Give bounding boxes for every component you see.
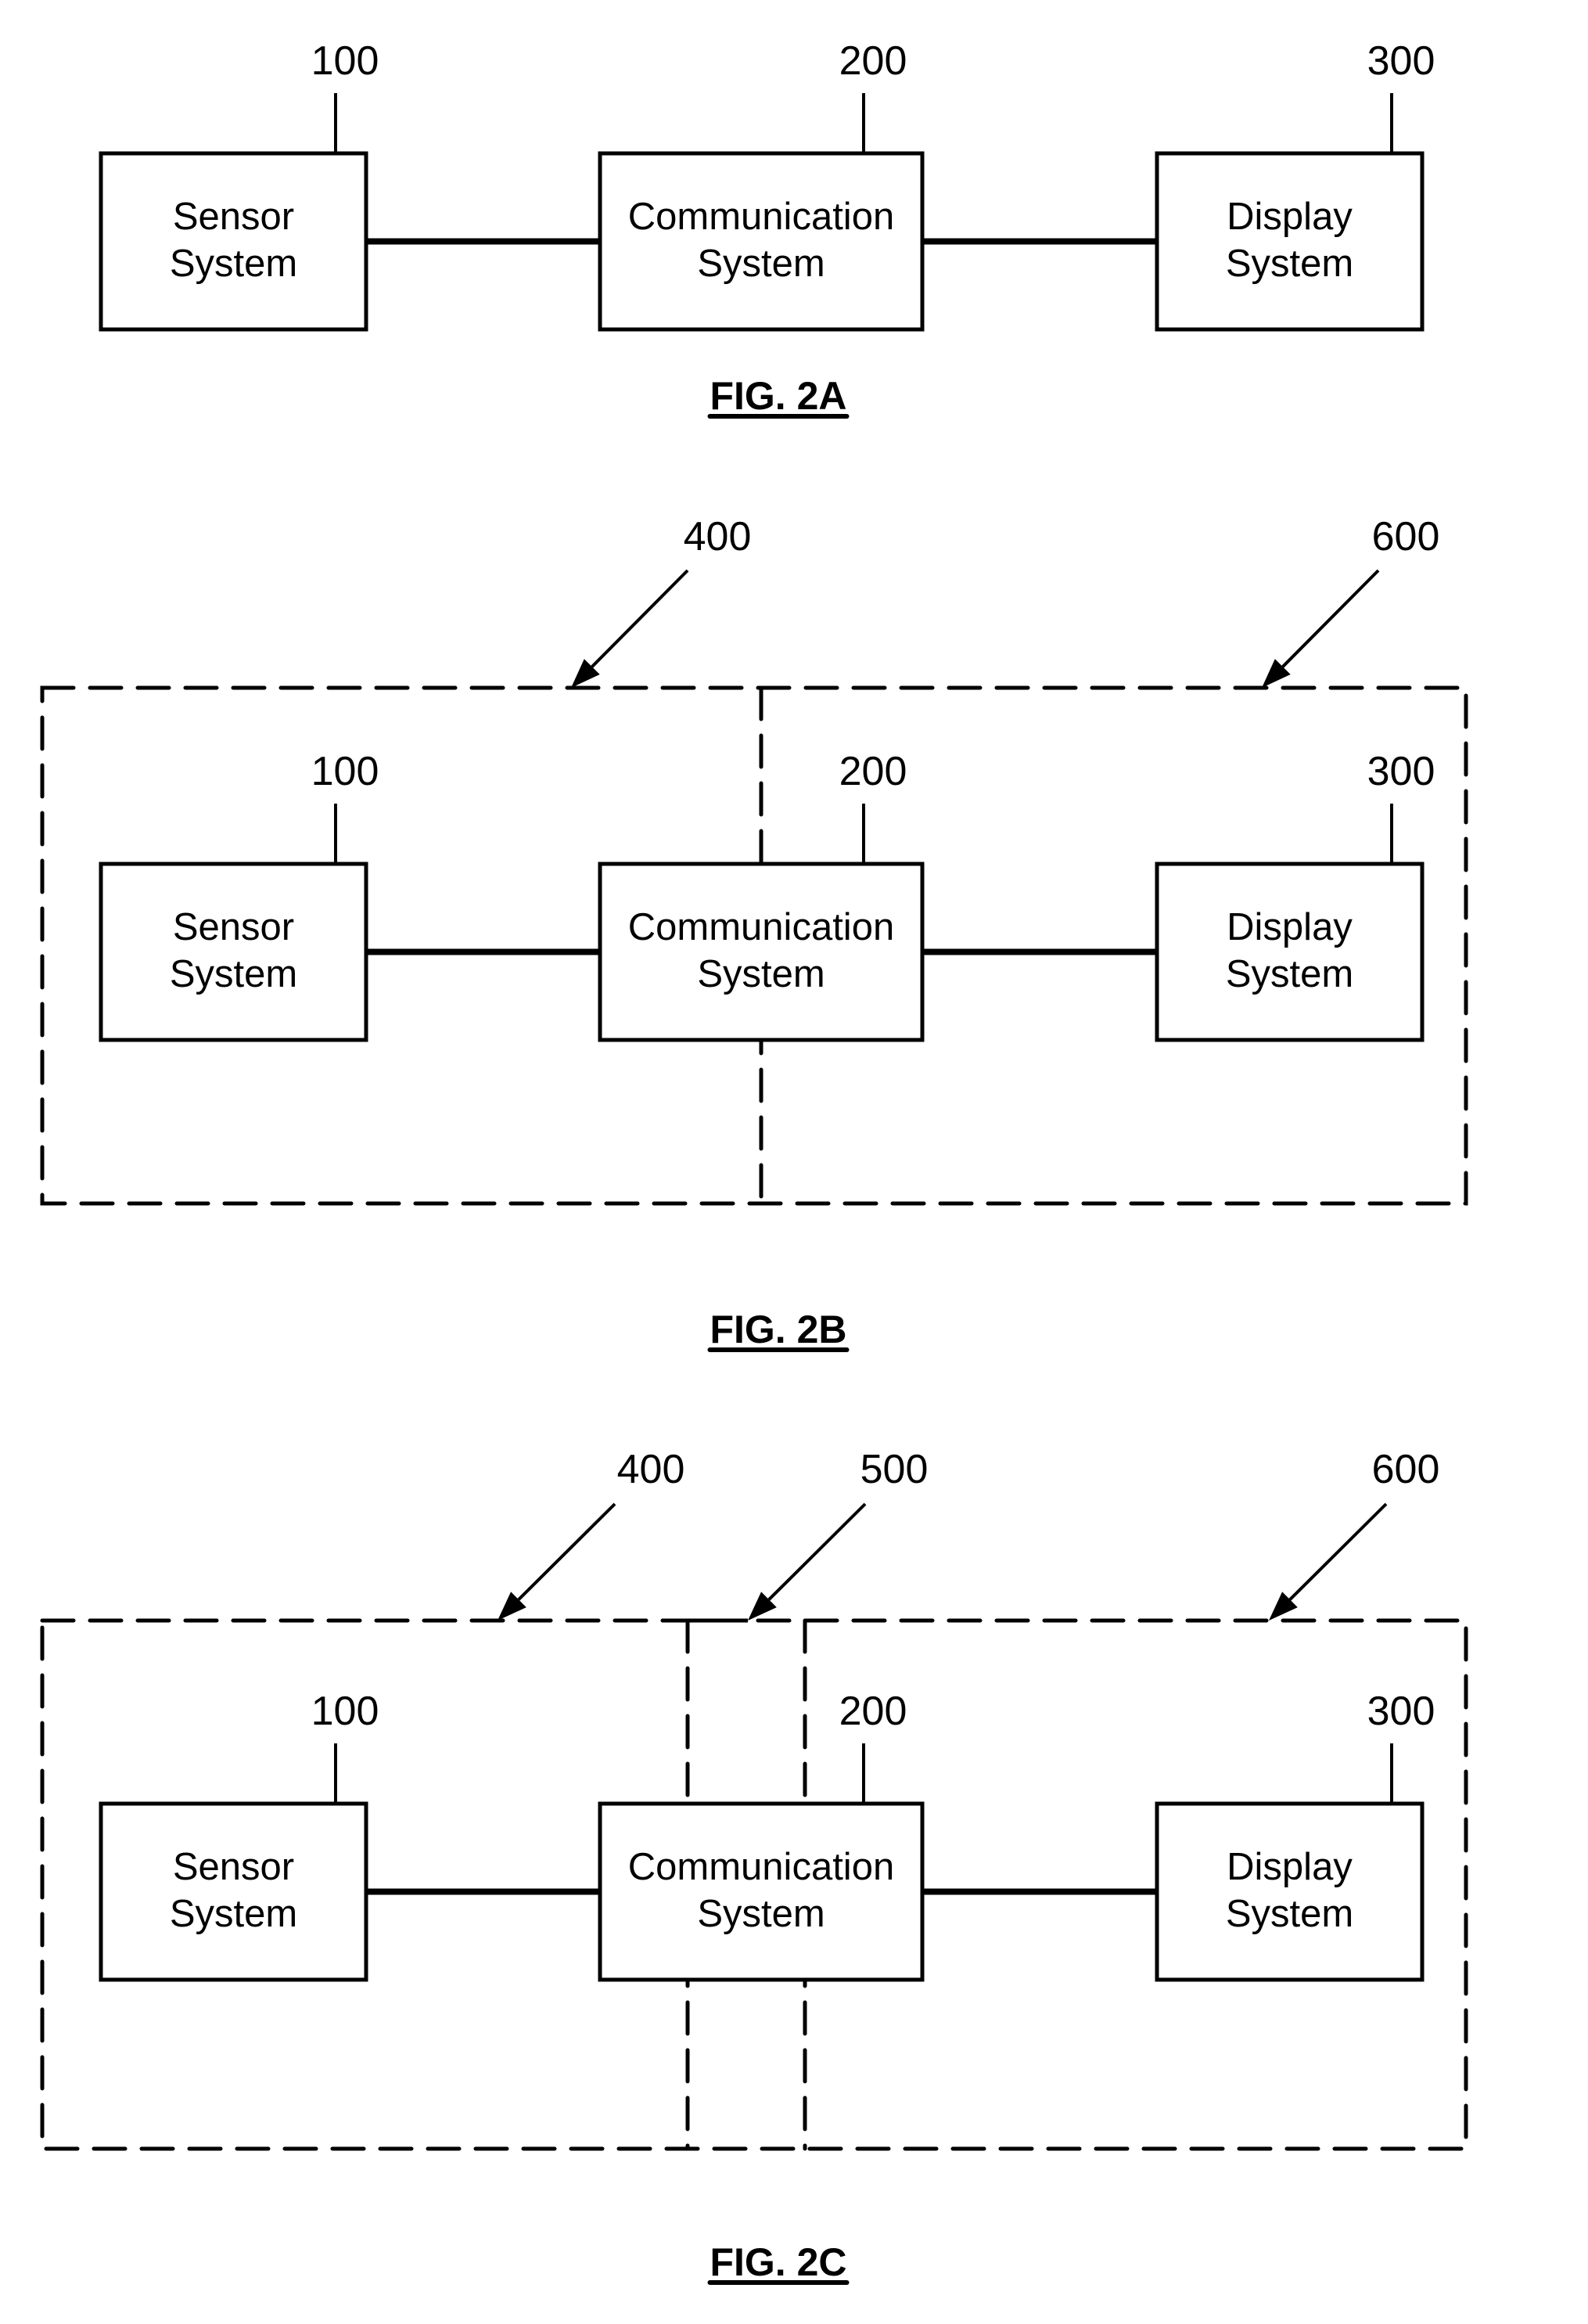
ref-numeral: 300 <box>1367 38 1435 84</box>
block-label-line: System <box>170 1893 297 1935</box>
block-label-line: Communication <box>628 906 894 948</box>
callout-arrow <box>571 569 689 688</box>
block-label-line: System <box>1226 953 1353 995</box>
block-200: Communication System 200 <box>598 38 925 332</box>
figure-2a: Sensor System 100 Communication System 200 Dis… <box>99 38 1435 419</box>
ref-numeral: 200 <box>839 749 907 794</box>
figure-2c: Sensor System 100 Communication System 200 Dis… <box>40 1447 1468 2285</box>
callout-arrow <box>748 1502 867 1621</box>
ref-numeral: 200 <box>839 38 907 84</box>
block-box <box>99 151 368 332</box>
block-label-line: Sensor <box>173 196 294 238</box>
block-label-line: System <box>697 953 825 995</box>
block-300: Display System 300 <box>1155 749 1435 1042</box>
block-box <box>598 1801 925 1982</box>
ref-numeral: 300 <box>1367 749 1435 794</box>
ref-numeral: 300 <box>1367 1689 1435 1734</box>
figure-title: FIG. 2B <box>710 1308 846 1351</box>
group-ref-numeral: 600 <box>1372 1447 1440 1492</box>
callout-arrow <box>498 1502 616 1621</box>
block-label-line: Sensor <box>173 906 294 948</box>
arrow-shaft <box>1281 569 1380 668</box>
figure-title: FIG. 2C <box>710 2240 846 2284</box>
block-label-line: Display <box>1227 1846 1353 1888</box>
block-box <box>1155 1801 1425 1982</box>
block-label-line: Communication <box>628 196 894 238</box>
block-label-line: System <box>697 1893 825 1935</box>
block-label-line: Communication <box>628 1846 894 1888</box>
arrow-shaft <box>517 1502 616 1601</box>
group-callout-600: 600 <box>1269 1447 1439 1621</box>
group-ref-numeral: 400 <box>684 514 752 559</box>
block-label-line: System <box>697 243 825 285</box>
block-box <box>99 1801 368 1982</box>
block-label-line: System <box>170 953 297 995</box>
ref-numeral: 100 <box>311 749 379 794</box>
block-300: Display System 300 <box>1155 38 1435 332</box>
figure-2b: Sensor System 100 Communication System 200 Dis… <box>40 514 1468 1352</box>
callout-arrow <box>1269 1502 1388 1621</box>
block-100: Sensor System 100 <box>99 38 379 332</box>
group-callout-400: 400 <box>498 1447 684 1621</box>
block-box <box>1155 151 1425 332</box>
figure-title: FIG. 2A <box>710 374 846 418</box>
block-box <box>598 151 925 332</box>
block-box <box>598 862 925 1042</box>
callout-arrow <box>1262 569 1380 688</box>
group-callout-400: 400 <box>571 514 751 688</box>
block-label-line: Display <box>1227 906 1353 948</box>
ref-numeral: 100 <box>311 1689 379 1734</box>
block-label-line: System <box>170 243 297 285</box>
arrow-shaft <box>1288 1502 1388 1601</box>
block-label-line: System <box>1226 243 1353 285</box>
arrow-shaft <box>591 569 689 668</box>
ref-numeral: 100 <box>311 38 379 84</box>
group-ref-numeral: 600 <box>1372 514 1440 559</box>
block-box <box>99 862 368 1042</box>
group-callout-500: 500 <box>748 1447 928 1621</box>
ref-numeral: 200 <box>839 1689 907 1734</box>
block-box <box>1155 862 1425 1042</box>
arrow-shaft <box>767 1502 867 1601</box>
block-label-line: Display <box>1227 196 1353 238</box>
group-ref-numeral: 500 <box>860 1447 929 1492</box>
block-label-line: Sensor <box>173 1846 294 1888</box>
block-300: Display System 300 <box>1155 1689 1435 1982</box>
patent-figure-sheet: Sensor System 100 Communication System 200 Dis… <box>40 38 1468 2285</box>
block-100: Sensor System 100 <box>99 1689 379 1982</box>
block-label-line: System <box>1226 1893 1353 1935</box>
block-200: Communication System 200 <box>598 1689 925 1982</box>
block-100: Sensor System 100 <box>99 749 379 1042</box>
group-ref-numeral: 400 <box>617 1447 685 1492</box>
group-callout-600: 600 <box>1262 514 1439 688</box>
